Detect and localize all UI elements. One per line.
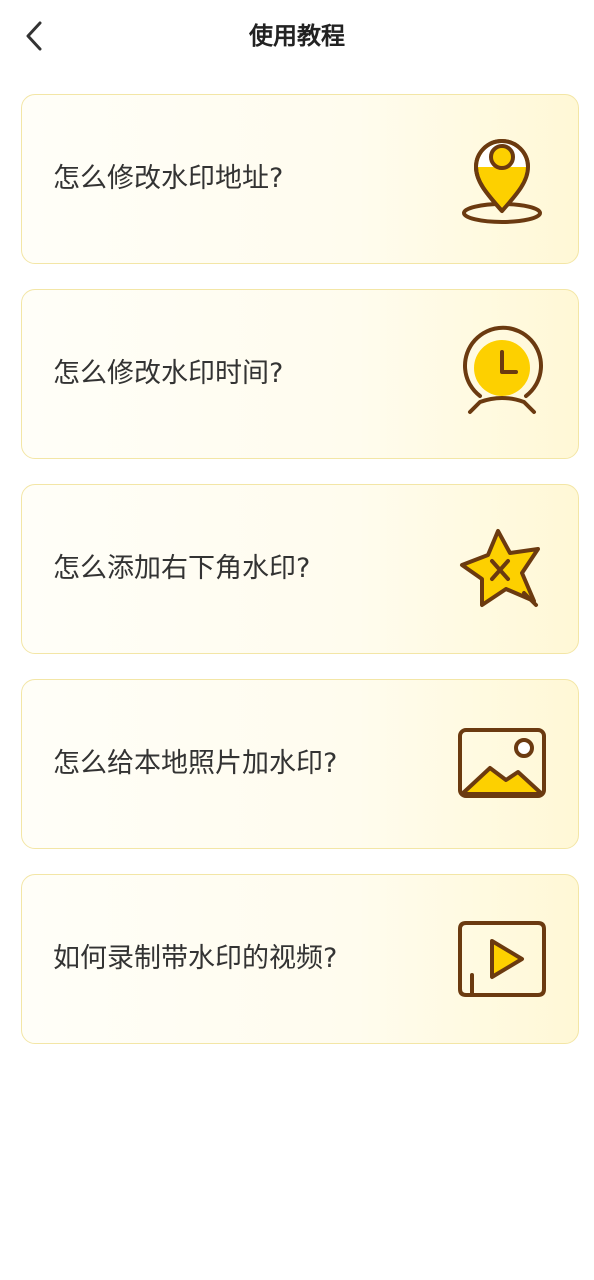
tutorial-card-label: 怎么给本地照片加水印? — [53, 748, 338, 779]
image-icon — [452, 714, 552, 814]
tutorial-card-video[interactable]: 如何录制带水印的视频? — [21, 874, 579, 1044]
tutorial-card-label: 如何录制带水印的视频? — [53, 943, 338, 974]
tutorial-list: 怎么修改水印地址? 怎么修改水印时间? 怎么添加右下角水印? 怎么给本地照片加水… — [21, 94, 581, 1069]
tutorial-card-corner-watermark[interactable]: 怎么添加右下角水印? — [21, 484, 579, 654]
page-title: 使用教程 — [249, 22, 345, 50]
location-pin-icon — [452, 129, 552, 229]
star-icon — [452, 519, 552, 619]
tutorial-card-label: 怎么修改水印地址? — [53, 163, 284, 194]
tutorial-card-label: 怎么修改水印时间? — [53, 358, 284, 389]
tutorial-card-label: 怎么添加右下角水印? — [53, 553, 311, 584]
tutorial-card-local-photo[interactable]: 怎么给本地照片加水印? — [21, 679, 579, 849]
video-play-icon — [452, 909, 552, 1009]
tutorial-card-location[interactable]: 怎么修改水印地址? — [21, 94, 579, 264]
alarm-clock-icon — [452, 324, 552, 424]
header-bar: 使用教程 — [0, 0, 594, 72]
tutorial-card-time[interactable]: 怎么修改水印时间? — [21, 289, 579, 459]
